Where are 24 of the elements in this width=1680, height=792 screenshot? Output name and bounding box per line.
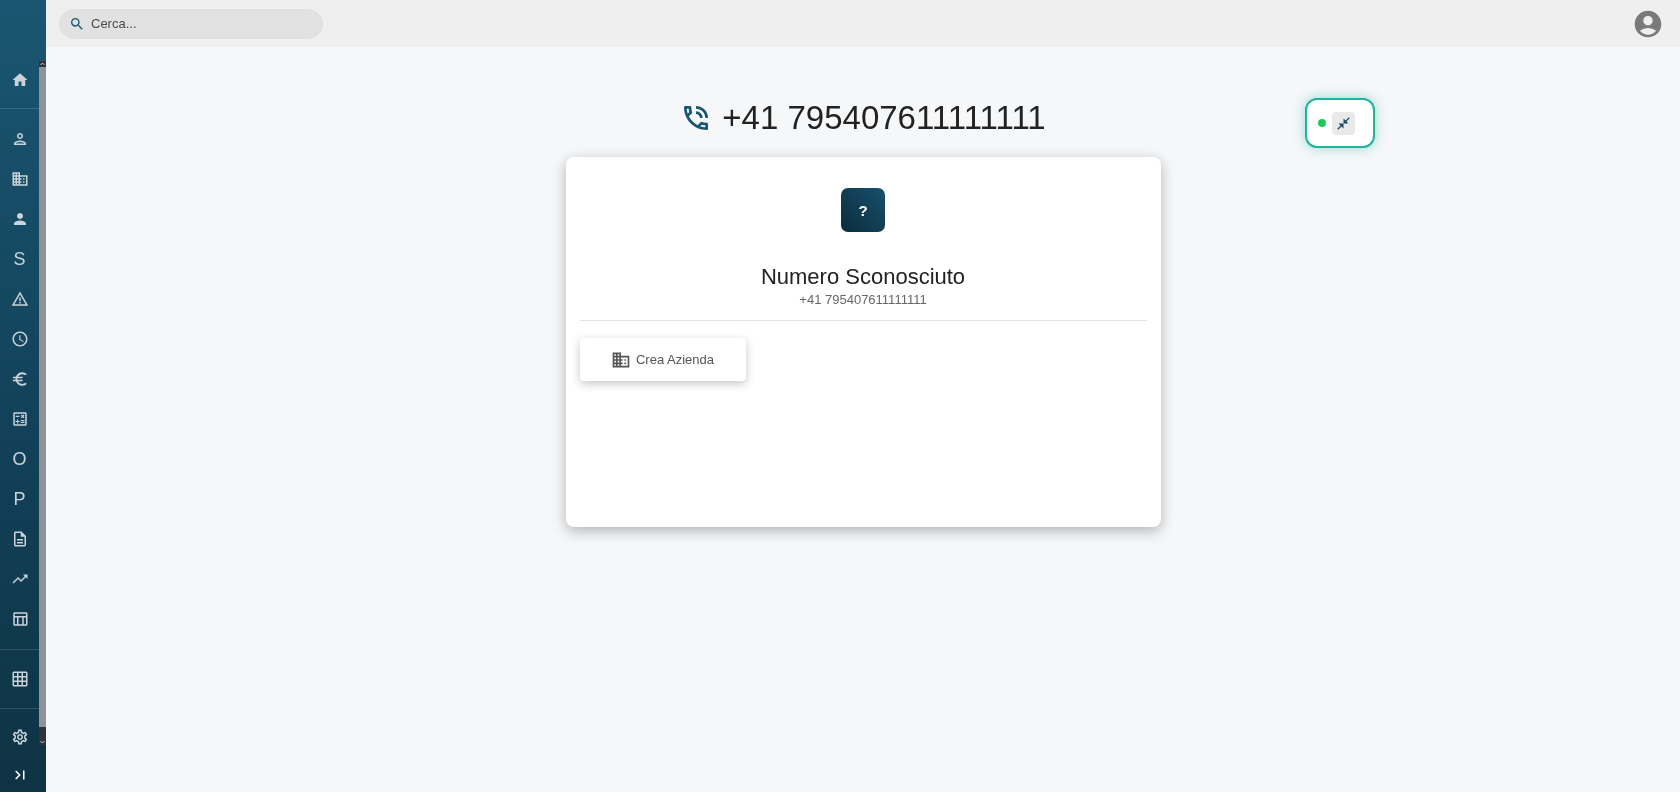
contact-number: +41 795407611111111 (799, 292, 927, 308)
arrows-inward-icon (1336, 115, 1351, 131)
table-icon[interactable] (10, 610, 29, 628)
minimize-button[interactable] (1332, 111, 1355, 135)
unknown-contact-avatar: ? (841, 188, 885, 232)
settings-icon[interactable] (10, 728, 29, 746)
phone-number: +41 795407611111111 (722, 98, 1046, 138)
building-icon[interactable] (10, 170, 29, 188)
clock-icon[interactable] (10, 330, 29, 348)
scroll-up-icon[interactable] (39, 61, 46, 67)
sidebar-letter[interactable]: P (13, 489, 26, 509)
contact-name: Numero Sconosciuto (760, 263, 966, 291)
calculator-icon[interactable] (10, 410, 29, 428)
search-icon (69, 15, 85, 32)
search-field[interactable]: Cerca... (59, 8, 323, 39)
sidebar-letter[interactable]: S (13, 249, 26, 269)
euro-icon[interactable] (10, 370, 29, 388)
grid-icon[interactable] (10, 670, 29, 688)
scroll-down-icon[interactable] (39, 727, 46, 745)
scrollbar[interactable] (39, 61, 46, 745)
sidebar-letter[interactable]: O (12, 449, 27, 469)
home-icon[interactable] (10, 71, 29, 89)
warning-icon[interactable] (10, 290, 29, 308)
create-company-button[interactable]: Crea Azienda (579, 338, 746, 381)
